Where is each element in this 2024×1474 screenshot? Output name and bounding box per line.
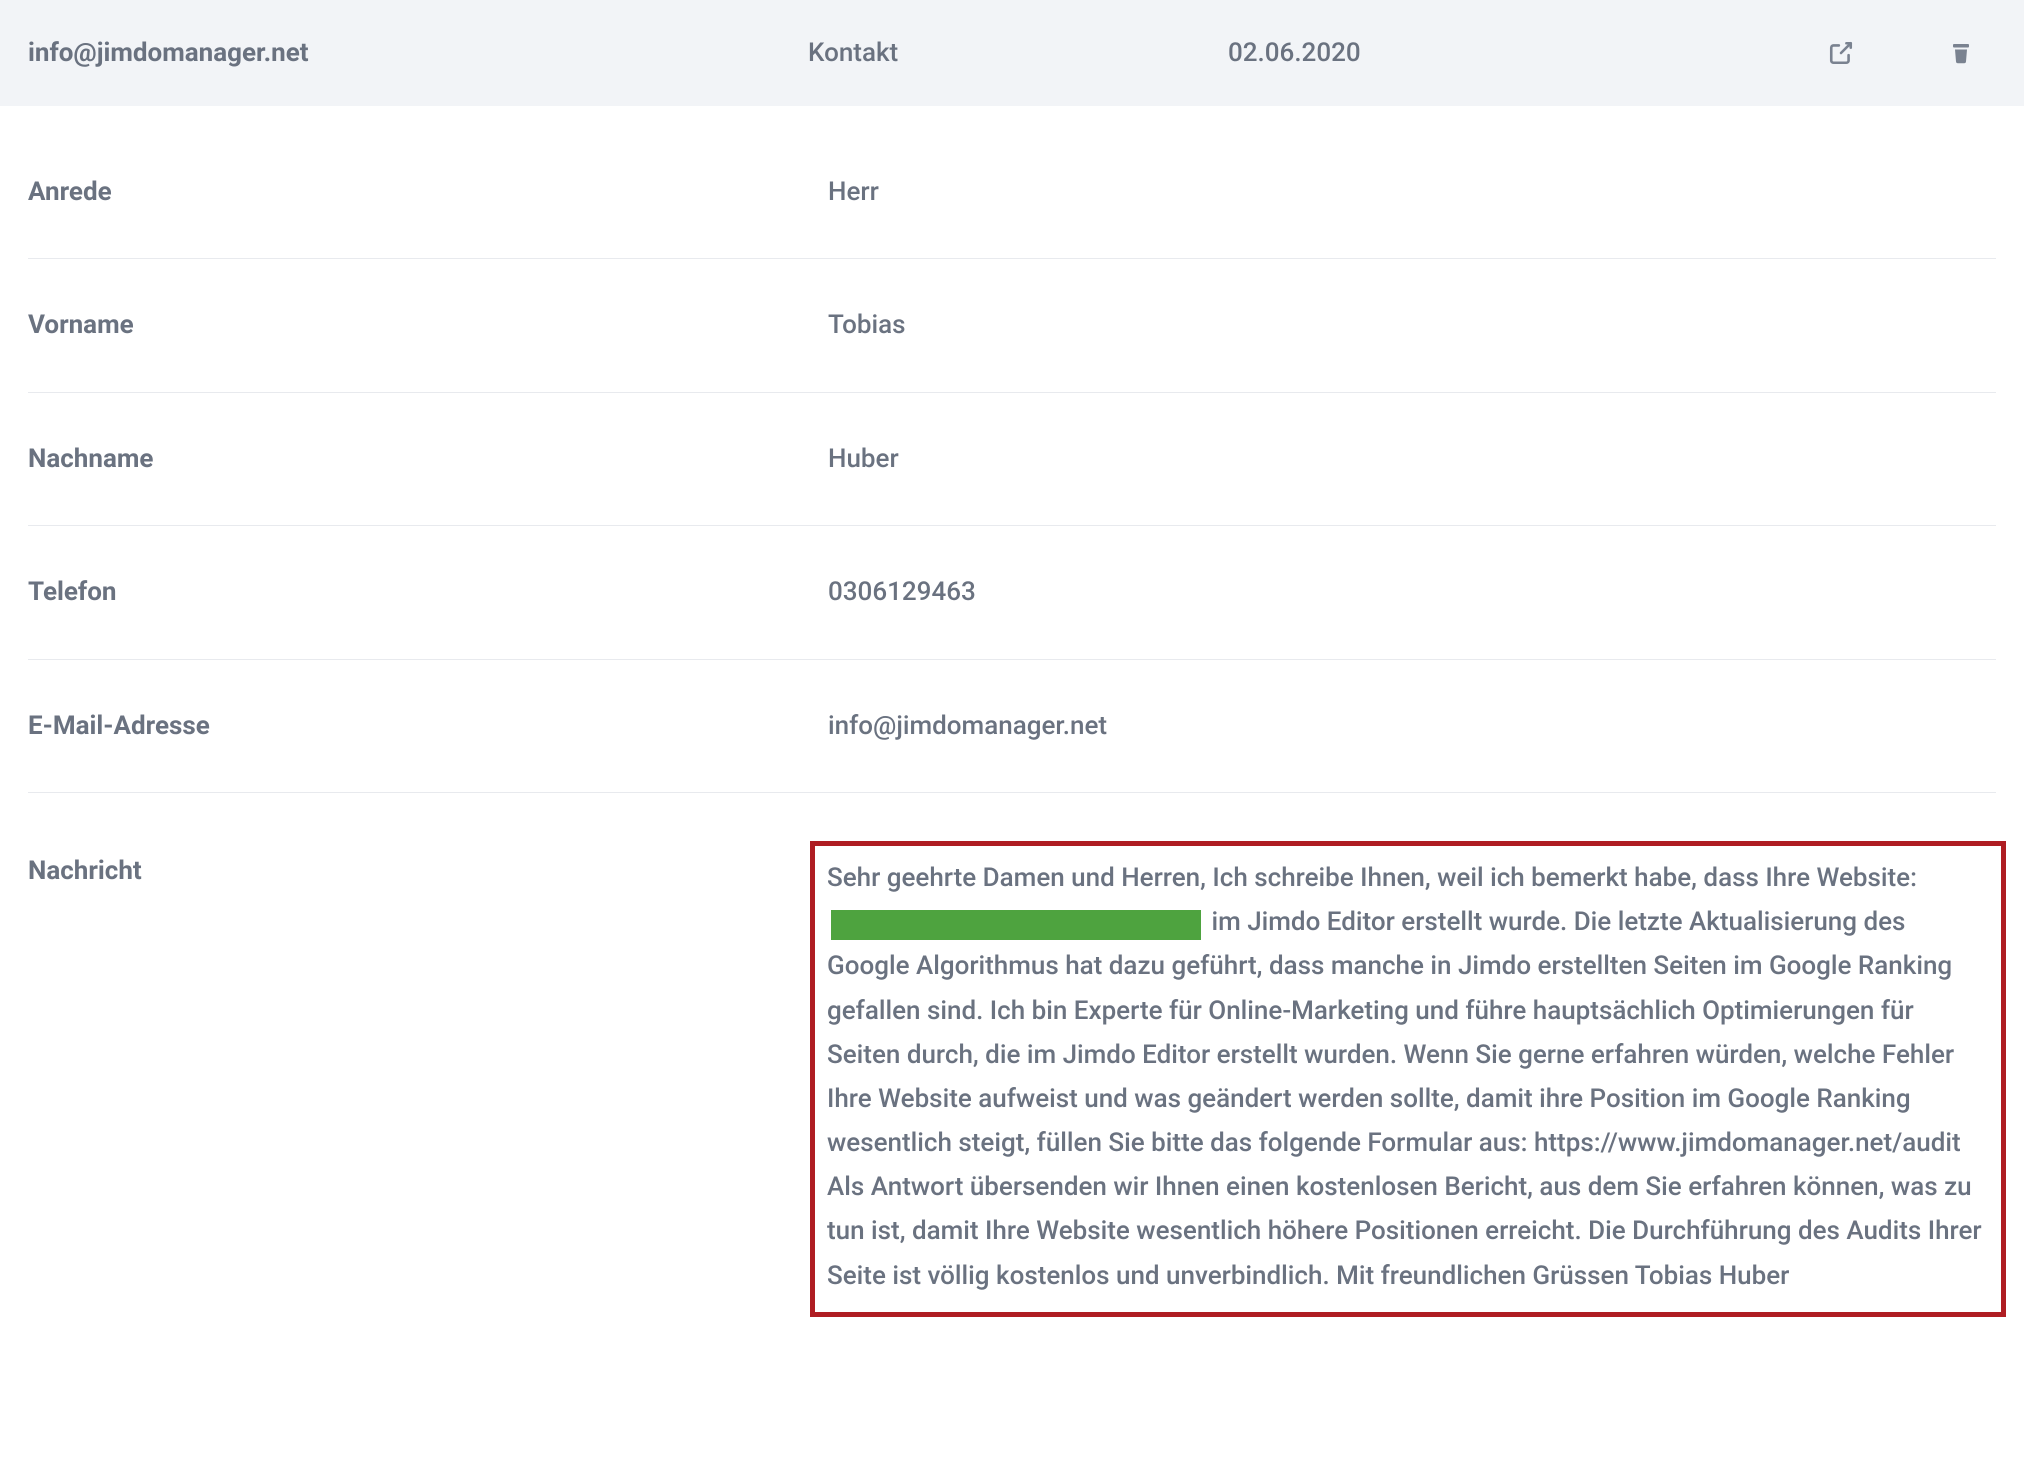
field-nachname: Nachname Huber — [28, 393, 1996, 526]
header-type: Kontakt — [808, 38, 1228, 68]
field-label: Telefon — [28, 574, 828, 610]
message-content: Sehr geehrte Damen und Herren, Ich schre… — [828, 841, 1996, 1317]
delete-button[interactable] — [1946, 38, 1976, 68]
field-value: info@jimdomanager.net — [828, 708, 1996, 744]
field-nachricht: Nachricht Sehr geehrte Damen und Herren,… — [28, 793, 1996, 1317]
open-external-button[interactable] — [1826, 38, 1856, 68]
message-highlight: Sehr geehrte Damen und Herren, Ich schre… — [810, 841, 2006, 1317]
field-label: Nachname — [28, 441, 828, 477]
field-label: E-Mail-Adresse — [28, 708, 828, 744]
detail-list: Anrede Herr Vorname Tobias Nachname Hube… — [0, 106, 2024, 1317]
page: info@jimdomanager.net Kontakt 02.06.2020 — [0, 0, 2024, 1474]
header-date: 02.06.2020 — [1228, 38, 1528, 68]
field-label: Anrede — [28, 174, 828, 210]
field-telefon: Telefon 0306129463 — [28, 526, 1996, 659]
redacted-website — [831, 910, 1201, 940]
trash-icon — [1949, 40, 1973, 66]
field-value: Huber — [828, 441, 1996, 477]
field-label: Vorname — [28, 307, 828, 343]
entry-header: info@jimdomanager.net Kontakt 02.06.2020 — [0, 0, 2024, 106]
message-text-pre: Sehr geehrte Damen und Herren, Ich schre… — [827, 863, 1917, 893]
header-email: info@jimdomanager.net — [28, 38, 808, 68]
field-label: Nachricht — [28, 841, 828, 1317]
field-email: E-Mail-Adresse info@jimdomanager.net — [28, 660, 1996, 793]
message-text-post: im Jimdo Editor erstellt wurde. Die letz… — [827, 907, 1982, 1291]
field-anrede: Anrede Herr — [28, 126, 1996, 259]
field-vorname: Vorname Tobias — [28, 259, 1996, 392]
field-value: Herr — [828, 174, 1996, 210]
header-actions — [1826, 38, 1996, 68]
external-link-icon — [1828, 40, 1854, 66]
field-value: Tobias — [828, 307, 1996, 343]
field-value: 0306129463 — [828, 574, 1996, 610]
